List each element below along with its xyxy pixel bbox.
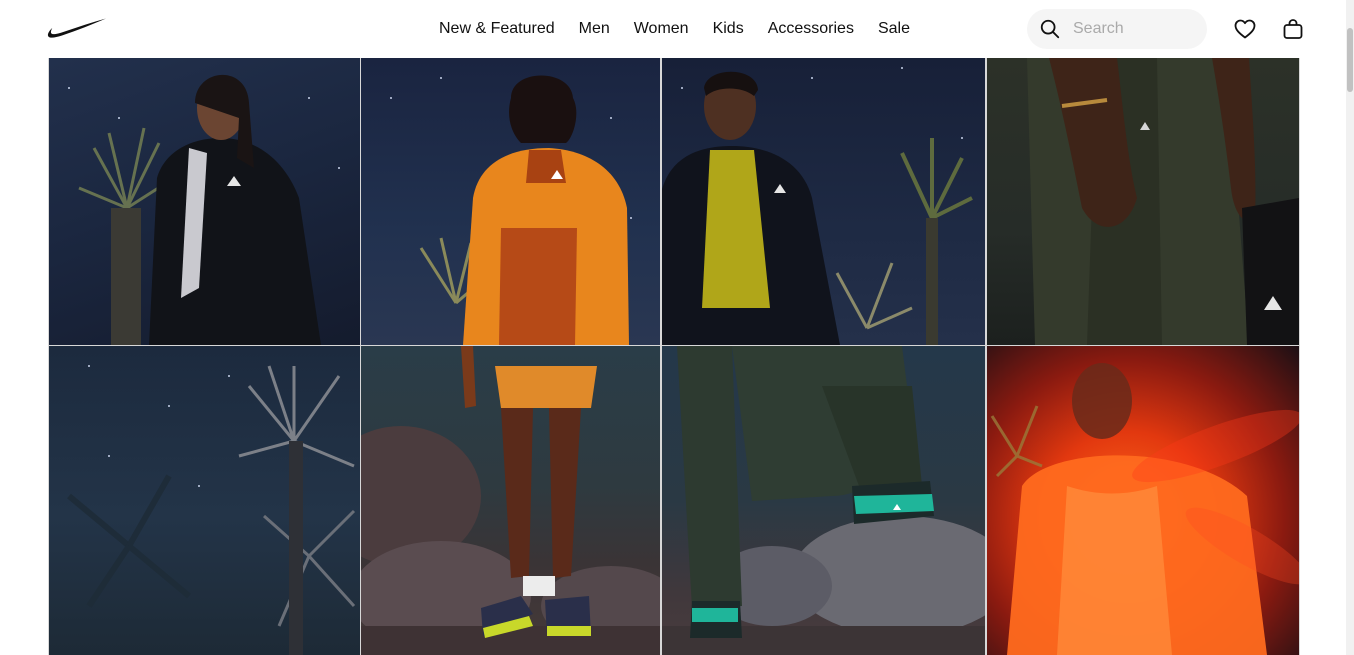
nav-men[interactable]: Men — [567, 0, 622, 58]
gallery-tile-hands-closeup[interactable] — [987, 58, 1299, 345]
hero-image-grid — [48, 58, 1300, 655]
nav-accessories[interactable]: Accessories — [756, 0, 866, 58]
nav-women[interactable]: Women — [622, 0, 701, 58]
nav-kids[interactable]: Kids — [701, 0, 756, 58]
man-black-jacket-image — [662, 67, 973, 345]
shopping-bag-icon[interactable] — [1281, 17, 1305, 41]
gallery-tile-man-green-trousers[interactable] — [662, 346, 985, 655]
site-header: New & Featured Men Women Kids Accessorie… — [0, 0, 1354, 58]
man-green-trousers-image — [662, 346, 985, 655]
hands-closeup-image — [1027, 58, 1299, 345]
nike-swoosh-icon[interactable] — [47, 17, 107, 40]
heart-icon[interactable] — [1233, 17, 1257, 41]
search-input[interactable] — [1073, 9, 1199, 49]
gallery-tile-joshua-tree[interactable] — [49, 346, 360, 655]
gallery-tile-woman-black-jacket[interactable] — [49, 58, 360, 345]
nav-new-featured[interactable]: New & Featured — [427, 0, 567, 58]
gallery-tile-motion-blur-orange[interactable] — [987, 346, 1299, 655]
woman-orange-jacket-image — [390, 75, 632, 345]
woman-black-jacket-image — [68, 74, 340, 345]
gallery-tile-woman-orange-jacket[interactable] — [361, 58, 660, 345]
scrollbar-thumb[interactable] — [1347, 28, 1353, 92]
joshua-tree-image — [67, 365, 356, 655]
gallery-tile-man-black-jacket[interactable] — [662, 58, 985, 345]
nav-sale[interactable]: Sale — [866, 0, 922, 58]
gallery-tile-woman-orange-shorts[interactable] — [361, 346, 660, 655]
search-icon[interactable] — [1039, 18, 1061, 40]
main-nav: New & Featured Men Women Kids Accessorie… — [427, 0, 922, 58]
motion-blur-orange-image — [990, 363, 1299, 655]
page-scrollbar[interactable] — [1346, 0, 1354, 655]
woman-orange-shorts-image — [361, 346, 660, 655]
search-box[interactable] — [1027, 9, 1207, 49]
